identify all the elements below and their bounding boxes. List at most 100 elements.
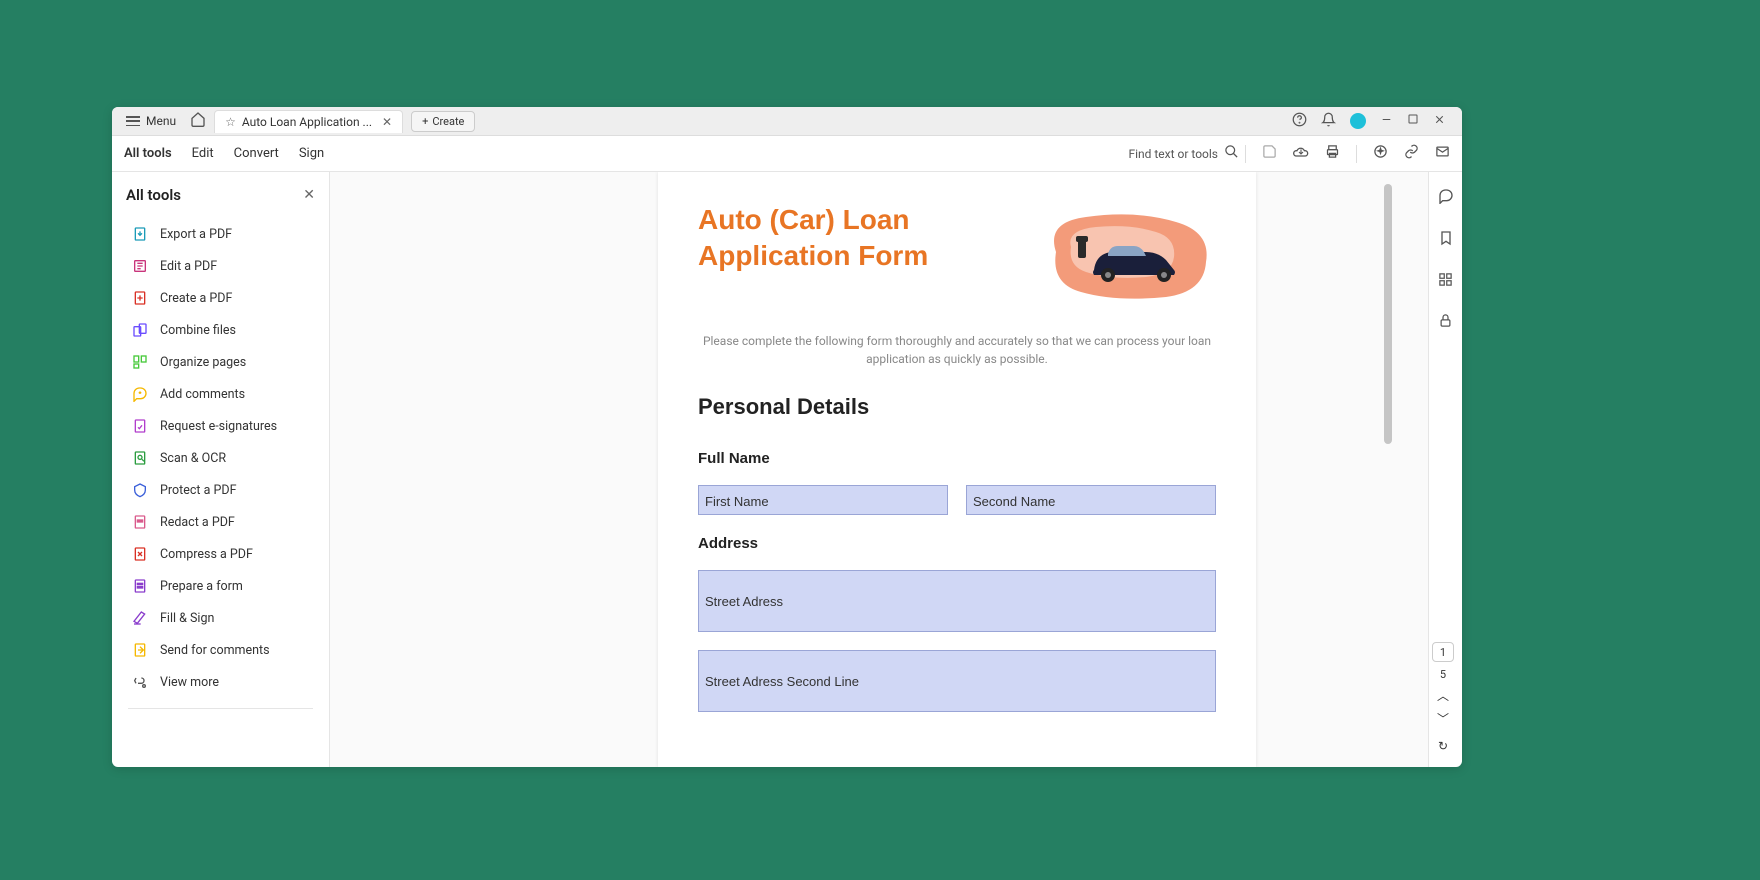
bell-icon[interactable] — [1321, 112, 1336, 131]
tool-icon — [132, 418, 148, 434]
sidebar-item-edit-a-pdf[interactable]: Edit a PDF — [122, 250, 319, 282]
address-label: Address — [698, 535, 1216, 552]
sidebar-item-label: Send for comments — [160, 643, 270, 658]
hamburger-icon — [126, 116, 140, 126]
page-navigation: 1 5 ︿ ﹀ ↻ — [1432, 642, 1454, 753]
tool-icon — [132, 226, 148, 242]
tool-icon — [132, 386, 148, 402]
close-button[interactable] — [1433, 113, 1446, 130]
save-icon[interactable] — [1262, 144, 1277, 163]
create-button[interactable]: + Create — [411, 111, 475, 132]
main-area: All tools ✕ Export a PDF Edit a PDF Create… — [112, 172, 1462, 767]
tool-icon — [132, 546, 148, 562]
print-icon[interactable] — [1325, 144, 1340, 163]
tool-icon — [132, 290, 148, 306]
star-icon: ☆ — [225, 115, 236, 129]
search-icon[interactable] — [1224, 144, 1239, 163]
comments-panel-icon[interactable] — [1438, 188, 1454, 208]
grid-panel-icon[interactable] — [1438, 272, 1453, 291]
tool-icon — [132, 482, 148, 498]
sidebar-item-scan-ocr[interactable]: Scan & OCR — [122, 442, 319, 474]
plus-icon: + — [422, 115, 428, 128]
lock-panel-icon[interactable] — [1438, 313, 1453, 332]
tool-icon — [132, 578, 148, 594]
sidebar-item-combine-files[interactable]: Combine files — [122, 314, 319, 346]
tool-icon — [132, 610, 148, 626]
home-button[interactable] — [190, 111, 206, 131]
sidebar: All tools ✕ Export a PDF Edit a PDF Create… — [112, 172, 330, 767]
second-name-field[interactable]: Second Name — [966, 485, 1216, 515]
tab-convert[interactable]: Convert — [234, 140, 279, 167]
sidebar-item-protect-a-pdf[interactable]: Protect a PDF — [122, 474, 319, 506]
sidebar-item-view-more[interactable]: View more — [122, 666, 319, 698]
tool-icon — [132, 450, 148, 466]
sidebar-item-label: Prepare a form — [160, 579, 243, 594]
sidebar-item-label: Protect a PDF — [160, 483, 236, 498]
mail-icon[interactable] — [1435, 144, 1450, 163]
tab-sign[interactable]: Sign — [299, 140, 324, 167]
document-page: Auto (Car) Loan Application Form — [658, 172, 1256, 767]
tool-icon — [132, 642, 148, 658]
sidebar-item-export-a-pdf[interactable]: Export a PDF — [122, 218, 319, 250]
current-page-input[interactable]: 1 — [1432, 642, 1454, 662]
sidebar-item-add-comments[interactable]: Add comments — [122, 378, 319, 410]
sidebar-item-fill-sign[interactable]: Fill & Sign — [122, 602, 319, 634]
tab-title: Auto Loan Application ... — [242, 115, 372, 129]
sidebar-item-label: Request e-signatures — [160, 419, 277, 434]
refresh-button[interactable]: ↻ — [1438, 739, 1448, 753]
sidebar-item-label: Create a PDF — [160, 291, 232, 306]
sidebar-item-redact-a-pdf[interactable]: Redact a PDF — [122, 506, 319, 538]
bookmark-panel-icon[interactable] — [1438, 230, 1454, 250]
tool-icon — [132, 674, 148, 690]
sidebar-item-label: View more — [160, 675, 219, 690]
toolbar: All tools Edit Convert Sign Find text or… — [112, 136, 1462, 172]
home-icon — [190, 111, 206, 127]
sidebar-item-label: Add comments — [160, 387, 245, 402]
prev-page-button[interactable]: ︿ — [1437, 687, 1449, 704]
sidebar-item-send-for-comments[interactable]: Send for comments — [122, 634, 319, 666]
titlebar: Menu ☆ Auto Loan Application ... ✕ + Cre… — [112, 107, 1462, 136]
tool-icon — [132, 354, 148, 370]
next-page-button[interactable]: ﹀ — [1437, 710, 1449, 727]
cloud-icon[interactable] — [1293, 144, 1309, 164]
minimize-button[interactable] — [1380, 113, 1393, 130]
link-icon[interactable] — [1404, 144, 1419, 163]
sidebar-item-create-a-pdf[interactable]: Create a PDF — [122, 282, 319, 314]
full-name-label: Full Name — [698, 450, 1216, 467]
tool-icon — [132, 322, 148, 338]
sidebar-item-label: Scan & OCR — [160, 451, 226, 466]
scrollbar-thumb[interactable] — [1384, 184, 1392, 444]
maximize-button[interactable] — [1407, 113, 1419, 129]
sidebar-item-label: Edit a PDF — [160, 259, 217, 274]
first-name-field[interactable]: First Name — [698, 485, 948, 515]
sidebar-item-request-e-signatures[interactable]: Request e-signatures — [122, 410, 319, 442]
tab-close-button[interactable]: ✕ — [382, 115, 392, 129]
sidebar-item-compress-a-pdf[interactable]: Compress a PDF — [122, 538, 319, 570]
sidebar-title: All tools — [126, 186, 181, 204]
total-pages: 5 — [1440, 668, 1446, 681]
window-controls — [1292, 112, 1456, 131]
menu-label: Menu — [146, 114, 176, 128]
car-illustration — [1036, 202, 1216, 312]
sidebar-close-button[interactable]: ✕ — [303, 187, 315, 203]
create-label: Create — [432, 115, 464, 128]
document-description: Please complete the following form thoro… — [698, 332, 1216, 368]
street-address-2-field[interactable]: Street Adress Second Line — [698, 650, 1216, 712]
toolbar-tabs: All tools Edit Convert Sign — [124, 140, 324, 167]
sidebar-item-organize-pages[interactable]: Organize pages — [122, 346, 319, 378]
find-label: Find text or tools — [1128, 147, 1218, 161]
sidebar-item-label: Redact a PDF — [160, 515, 235, 530]
avatar[interactable] — [1350, 113, 1366, 129]
street-address-field[interactable]: Street Adress — [698, 570, 1216, 632]
tab-edit[interactable]: Edit — [192, 140, 214, 167]
sidebar-item-label: Combine files — [160, 323, 236, 338]
menu-button[interactable]: Menu — [118, 110, 184, 132]
ai-icon[interactable] — [1373, 144, 1388, 163]
help-icon[interactable] — [1292, 112, 1307, 131]
tab-all-tools[interactable]: All tools — [124, 140, 172, 167]
document-viewport[interactable]: Auto (Car) Loan Application Form — [330, 172, 1428, 767]
section-personal-details: Personal Details — [698, 394, 1216, 420]
document-title: Auto (Car) Loan Application Form — [698, 202, 1018, 275]
sidebar-item-prepare-a-form[interactable]: Prepare a form — [122, 570, 319, 602]
document-tab[interactable]: ☆ Auto Loan Application ... ✕ — [214, 110, 403, 133]
